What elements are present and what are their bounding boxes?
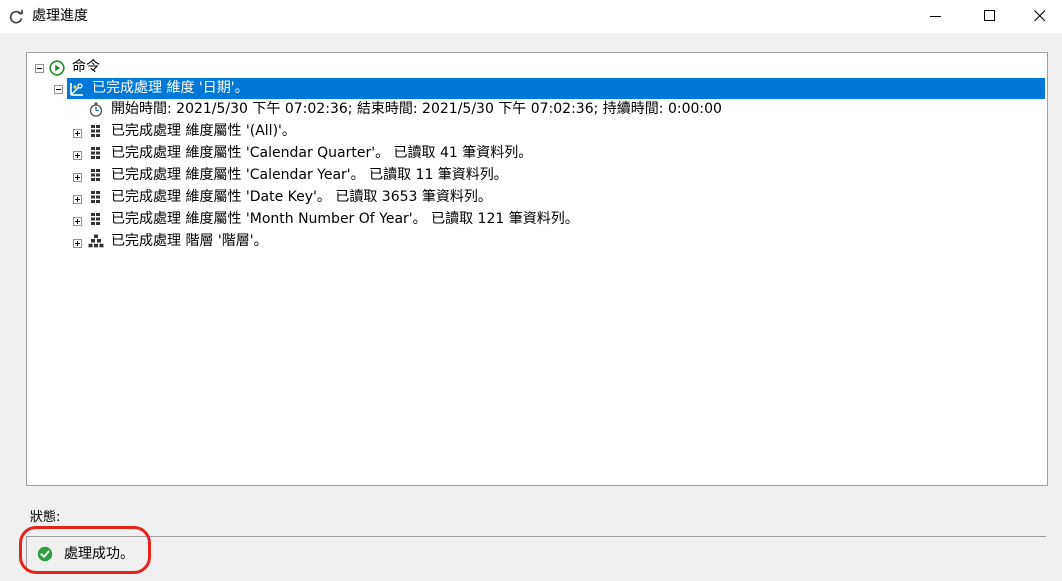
tree-node-attribute[interactable]: 已完成處理 維度屬性 '(All)'。: [27, 121, 1047, 142]
status-label: 狀態:: [30, 510, 61, 525]
progress-tree[interactable]: 命令 已完成處理 維度 '日期'。 開始時間: 2021/5/30 下午 07:…: [26, 52, 1048, 486]
tree-node-label: 已完成處理 維度屬性 '(All)'。: [111, 123, 296, 139]
attribute-icon: [91, 213, 100, 225]
tree-node-label: 已完成處理 維度屬性 'Date Key'。 已讀取 3653 筆資料列。: [111, 189, 492, 205]
tree-node-attribute[interactable]: 已完成處理 維度屬性 'Calendar Quarter'。 已讀取 41 筆資…: [27, 143, 1047, 164]
stopwatch-icon: [89, 102, 103, 117]
expand-toggle[interactable]: [73, 217, 82, 226]
dimension-icon: [70, 83, 83, 96]
tree-node-label: 已完成處理 維度屬性 'Calendar Year'。 已讀取 11 筆資料列。: [111, 167, 508, 183]
tree-node-label: 已完成處理 階層 '階層'。: [111, 233, 268, 249]
tree-node-attribute[interactable]: 已完成處理 維度屬性 'Month Number Of Year'。 已讀取 1…: [27, 209, 1047, 230]
expand-toggle[interactable]: [73, 173, 82, 182]
tree-node-command[interactable]: 命令: [27, 57, 1047, 78]
maximize-icon: [984, 10, 995, 21]
maximize-button[interactable]: [966, 0, 1012, 32]
expand-toggle[interactable]: [73, 129, 82, 138]
title-bar: 處理進度: [0, 0, 1062, 33]
minimize-icon: [930, 16, 941, 17]
attribute-icon: [91, 191, 100, 203]
attribute-icon: [91, 147, 100, 159]
close-button[interactable]: [1016, 0, 1062, 32]
highlight-annotation-ring: [19, 526, 151, 574]
tree-node-label: 已完成處理 維度屬性 'Calendar Quarter'。 已讀取 41 筆資…: [111, 145, 533, 161]
refresh-icon: [9, 9, 23, 24]
tree-node-attribute[interactable]: 已完成處理 維度屬性 'Date Key'。 已讀取 3653 筆資料列。: [27, 187, 1047, 208]
tree-node-attribute[interactable]: 已完成處理 維度屬性 'Calendar Year'。 已讀取 11 筆資料列。: [27, 165, 1047, 186]
tree-node-timing[interactable]: 開始時間: 2021/5/30 下午 07:02:36; 結束時間: 2021/…: [27, 99, 1047, 120]
expand-toggle[interactable]: [73, 239, 82, 248]
command-play-icon: [49, 60, 65, 76]
collapse-toggle[interactable]: [54, 85, 63, 94]
minimize-button[interactable]: [912, 0, 958, 32]
attribute-icon: [91, 169, 100, 181]
window-title: 處理進度: [32, 8, 88, 24]
tree-node-label: 已完成處理 維度 '日期'。: [92, 80, 249, 96]
close-icon: [1034, 10, 1046, 22]
tree-node-label: 開始時間: 2021/5/30 下午 07:02:36; 結束時間: 2021/…: [111, 101, 722, 117]
tree-node-label: 命令: [72, 59, 100, 75]
tree-node-hierarchy[interactable]: 已完成處理 階層 '階層'。: [27, 231, 1047, 252]
status-box: [26, 536, 1046, 572]
hierarchy-icon: [88, 234, 104, 248]
collapse-toggle[interactable]: [35, 64, 44, 73]
expand-toggle[interactable]: [73, 195, 82, 204]
expand-toggle[interactable]: [73, 151, 82, 160]
attribute-icon: [91, 125, 100, 137]
tree-node-label: 已完成處理 維度屬性 'Month Number Of Year'。 已讀取 1…: [111, 211, 579, 227]
tree-node-dimension[interactable]: 已完成處理 維度 '日期'。: [27, 78, 1047, 99]
